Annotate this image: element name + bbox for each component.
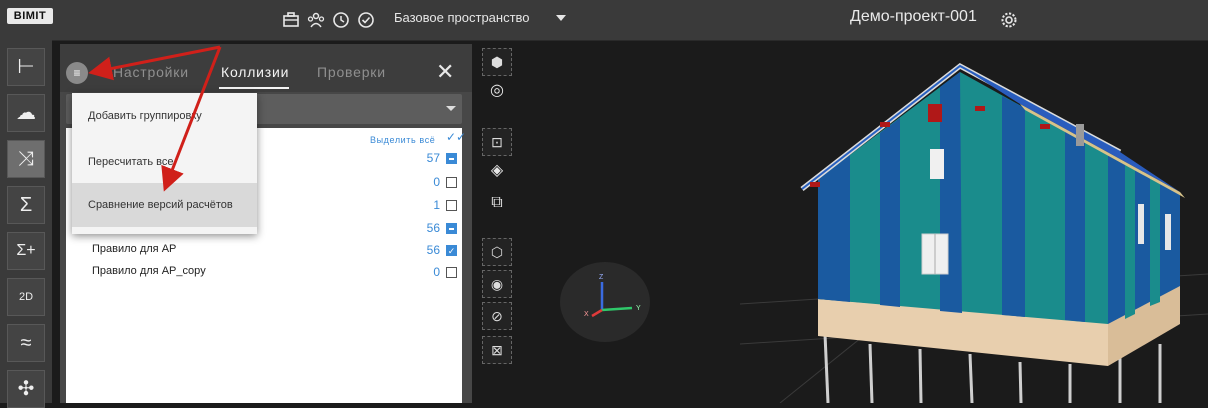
app-logo: BIMIT [7, 8, 53, 24]
cloud-sync-icon[interactable]: ☁ [7, 94, 45, 132]
row-checkbox[interactable]: ✓ [446, 245, 457, 256]
fit-view-icon[interactable]: ⬢ [482, 48, 512, 76]
tab-settings[interactable]: Настройки [113, 64, 189, 80]
tab-collisions[interactable]: Коллизии [221, 64, 289, 80]
menu-item-add-grouping[interactable]: Добавить группировку [72, 93, 257, 139]
row-checkbox[interactable] [446, 177, 457, 188]
users-icon[interactable] [307, 11, 325, 29]
top-bar: BIMIT Базовое пространство Демо-проект-0… [0, 0, 1208, 41]
tree-icon[interactable]: ⊢ [7, 48, 45, 86]
drawing-2d-icon[interactable]: 2D [7, 278, 45, 316]
axis-z-label: Z [599, 274, 604, 281]
double-check-icon[interactable]: ✓✓ [446, 130, 466, 144]
show-icon[interactable]: ◉ [482, 270, 512, 298]
chart-line-icon[interactable]: ≈ [7, 324, 45, 362]
target-icon[interactable]: ◎ [484, 78, 510, 104]
isolate-icon[interactable]: ⬡ [482, 238, 512, 266]
menu-item-compare-versions[interactable]: Сравнение версий расчётов [72, 183, 257, 227]
shuffle-icon[interactable]: ⤨ [7, 140, 45, 178]
clear-icon[interactable]: ⊠ [482, 336, 512, 364]
chevron-down-icon[interactable] [446, 106, 456, 111]
row-checkbox[interactable] [446, 223, 457, 234]
axes-gizmo[interactable]: Z X Y [560, 262, 650, 342]
measure-icon[interactable]: ⊡ [482, 128, 512, 156]
hide-icon[interactable]: ⊘ [482, 302, 512, 330]
section-plane-icon[interactable]: ◈ [484, 158, 510, 184]
row-checkbox[interactable] [446, 153, 457, 164]
building-model[interactable] [740, 44, 1208, 403]
axis-x-label: X [584, 311, 589, 318]
rule-count: 56 [426, 243, 440, 257]
briefcase-icon[interactable] [282, 11, 300, 29]
section-box-icon[interactable]: ⧉ [484, 190, 510, 216]
rule-count: 56 [426, 221, 440, 235]
sigma-icon[interactable]: Σ [7, 186, 45, 224]
row-checkbox[interactable] [446, 267, 457, 278]
chevron-down-icon[interactable] [556, 15, 566, 21]
rule-count: 0 [433, 265, 440, 279]
rule-count: 57 [426, 151, 440, 165]
row-checkbox[interactable] [446, 200, 457, 211]
active-tab-indicator [219, 87, 289, 89]
axis-y-label: Y [636, 305, 641, 312]
menu-item-recalculate-all[interactable]: Пересчитать все [72, 139, 257, 185]
settings-gear-icon[interactable] [1000, 11, 1018, 29]
space-selector[interactable]: Базовое пространство [394, 10, 530, 25]
close-icon[interactable]: ✕ [436, 59, 454, 85]
clock-icon[interactable] [332, 11, 350, 29]
sigma-plus-icon[interactable]: Σ+ [7, 232, 45, 270]
menu-icon[interactable]: ≡ [66, 62, 88, 84]
project-title: Демо-проект-001 [850, 8, 977, 25]
rule-label[interactable]: Правило для АР_copy [92, 265, 206, 277]
context-menu: Добавить группировку Пересчитать все Сра… [72, 93, 257, 234]
rule-count: 1 [433, 198, 440, 212]
rule-count: 0 [433, 175, 440, 189]
rule-label[interactable]: Правило для АР [92, 243, 176, 255]
select-all-link[interactable]: Выделить всё [370, 135, 435, 145]
puzzle-icon[interactable]: ✣ [7, 370, 45, 408]
tab-checks[interactable]: Проверки [317, 64, 386, 80]
check-circle-icon[interactable] [357, 11, 375, 29]
